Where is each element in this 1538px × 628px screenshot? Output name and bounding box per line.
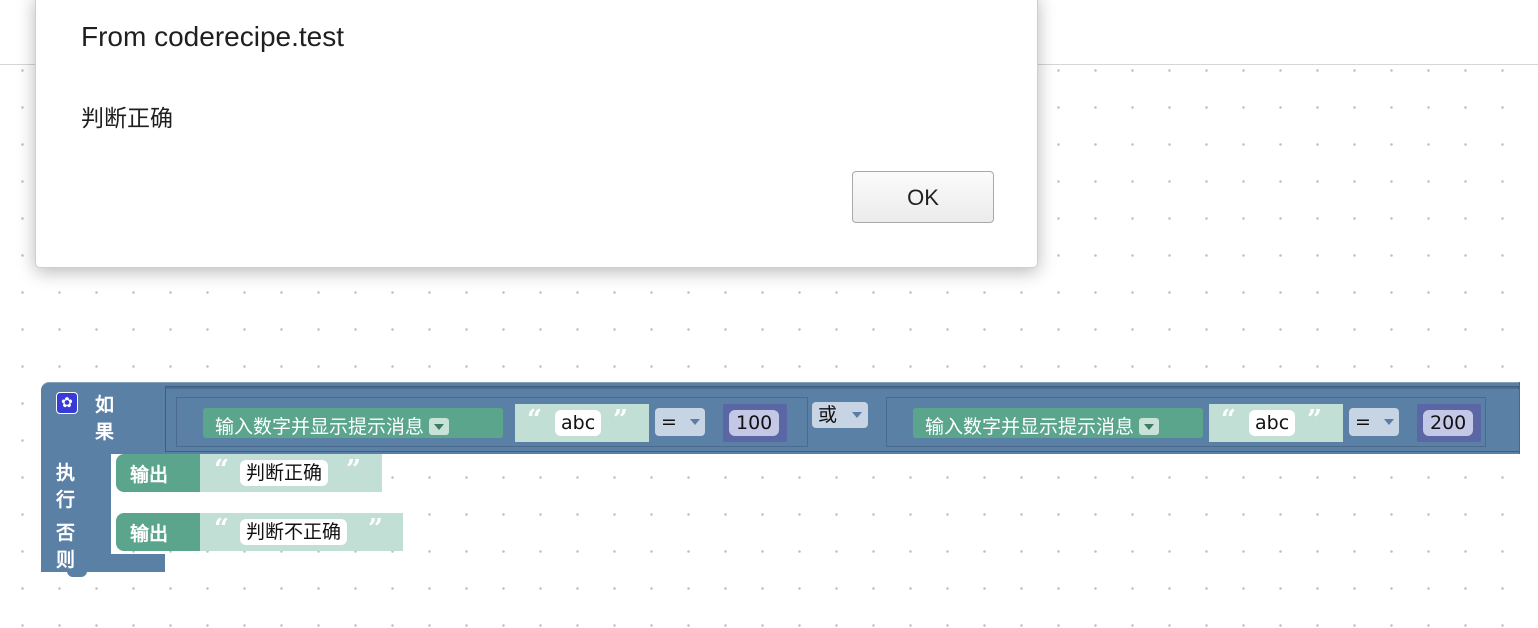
- operator-value-2: =: [1355, 411, 1371, 433]
- print-text-block-do[interactable]: “ 判断正确 ”: [200, 454, 382, 492]
- close-quote-icon: ”: [1307, 405, 1322, 435]
- dialog-message: 判断正确: [81, 106, 173, 132]
- number-field-1[interactable]: 100: [729, 410, 780, 436]
- print-text-field-else[interactable]: 判断不正确: [240, 519, 348, 545]
- operator-value-1: =: [661, 411, 677, 433]
- open-quote-icon: “: [214, 455, 229, 485]
- open-quote-icon: “: [1221, 405, 1236, 435]
- close-quote-icon: ”: [368, 514, 383, 544]
- condition-input-slot: 输入数字并显示提示消息 “ abc ” = 100 或 输入数字并显示提示消息 …: [165, 386, 1519, 452]
- gear-icon[interactable]: ✿: [56, 392, 78, 414]
- text-block-2[interactable]: “ abc ”: [1209, 404, 1343, 442]
- compare-block-1[interactable]: 输入数字并显示提示消息 “ abc ” = 100: [176, 397, 808, 447]
- dialog-title: From coderecipe.test: [81, 21, 344, 52]
- prompt-number-block-2[interactable]: 输入数字并显示提示消息: [913, 408, 1203, 438]
- open-quote-icon: “: [527, 405, 542, 435]
- prompt-label-text-1: 输入数字并显示提示消息: [215, 416, 425, 438]
- compare-operator-dropdown-2[interactable]: =: [1349, 408, 1399, 436]
- text-field-2[interactable]: abc: [1249, 410, 1296, 436]
- prompt-number-block-1[interactable]: 输入数字并显示提示消息: [203, 408, 503, 438]
- alert-dialog: From coderecipe.test 判断正确 OK: [35, 0, 1038, 268]
- print-label-do: 输出: [130, 464, 169, 486]
- prompt-number-label-2: 输入数字并显示提示消息: [925, 412, 1160, 439]
- chevron-down-icon: [1384, 419, 1394, 425]
- prompt-label-text-2: 输入数字并显示提示消息: [925, 416, 1135, 438]
- print-block-else[interactable]: 输出 “ 判断不正确 ”: [116, 513, 403, 551]
- compare-operator-dropdown-1[interactable]: =: [655, 408, 705, 436]
- print-text-field-do[interactable]: 判断正确: [240, 460, 329, 486]
- chevron-down-icon[interactable]: [429, 418, 450, 435]
- text-field-1[interactable]: abc: [555, 410, 602, 436]
- print-text-block-else[interactable]: “ 判断不正确 ”: [200, 513, 403, 551]
- logic-operator-value: 或: [818, 404, 838, 426]
- chevron-down-icon: [690, 419, 700, 425]
- print-label-else: 输出: [130, 523, 169, 545]
- if-label: 如果: [95, 394, 115, 443]
- text-block-1[interactable]: “ abc ”: [515, 404, 649, 442]
- open-quote-icon: “: [214, 514, 229, 544]
- compare-block-2[interactable]: 输入数字并显示提示消息 “ abc ” = 200: [886, 397, 1486, 447]
- chevron-down-icon: [852, 412, 862, 418]
- chevron-down-icon[interactable]: [1139, 418, 1160, 435]
- close-quote-icon: ”: [346, 455, 361, 485]
- logic-operator-dropdown[interactable]: 或: [812, 402, 868, 428]
- number-field-2[interactable]: 200: [1423, 410, 1474, 436]
- ok-button[interactable]: OK: [852, 171, 994, 223]
- print-block-do[interactable]: 输出 “ 判断正确 ”: [116, 454, 382, 492]
- else-label: 否则: [56, 522, 76, 571]
- number-block-1[interactable]: 100: [723, 404, 787, 442]
- logic-or-block[interactable]: 输入数字并显示提示消息 “ abc ” = 100 或 输入数字并显示提示消息 …: [166, 389, 1519, 451]
- prompt-number-label-1: 输入数字并显示提示消息: [215, 412, 450, 439]
- close-quote-icon: ”: [613, 405, 628, 435]
- number-block-2[interactable]: 200: [1417, 404, 1481, 442]
- do-label: 执行: [56, 462, 76, 511]
